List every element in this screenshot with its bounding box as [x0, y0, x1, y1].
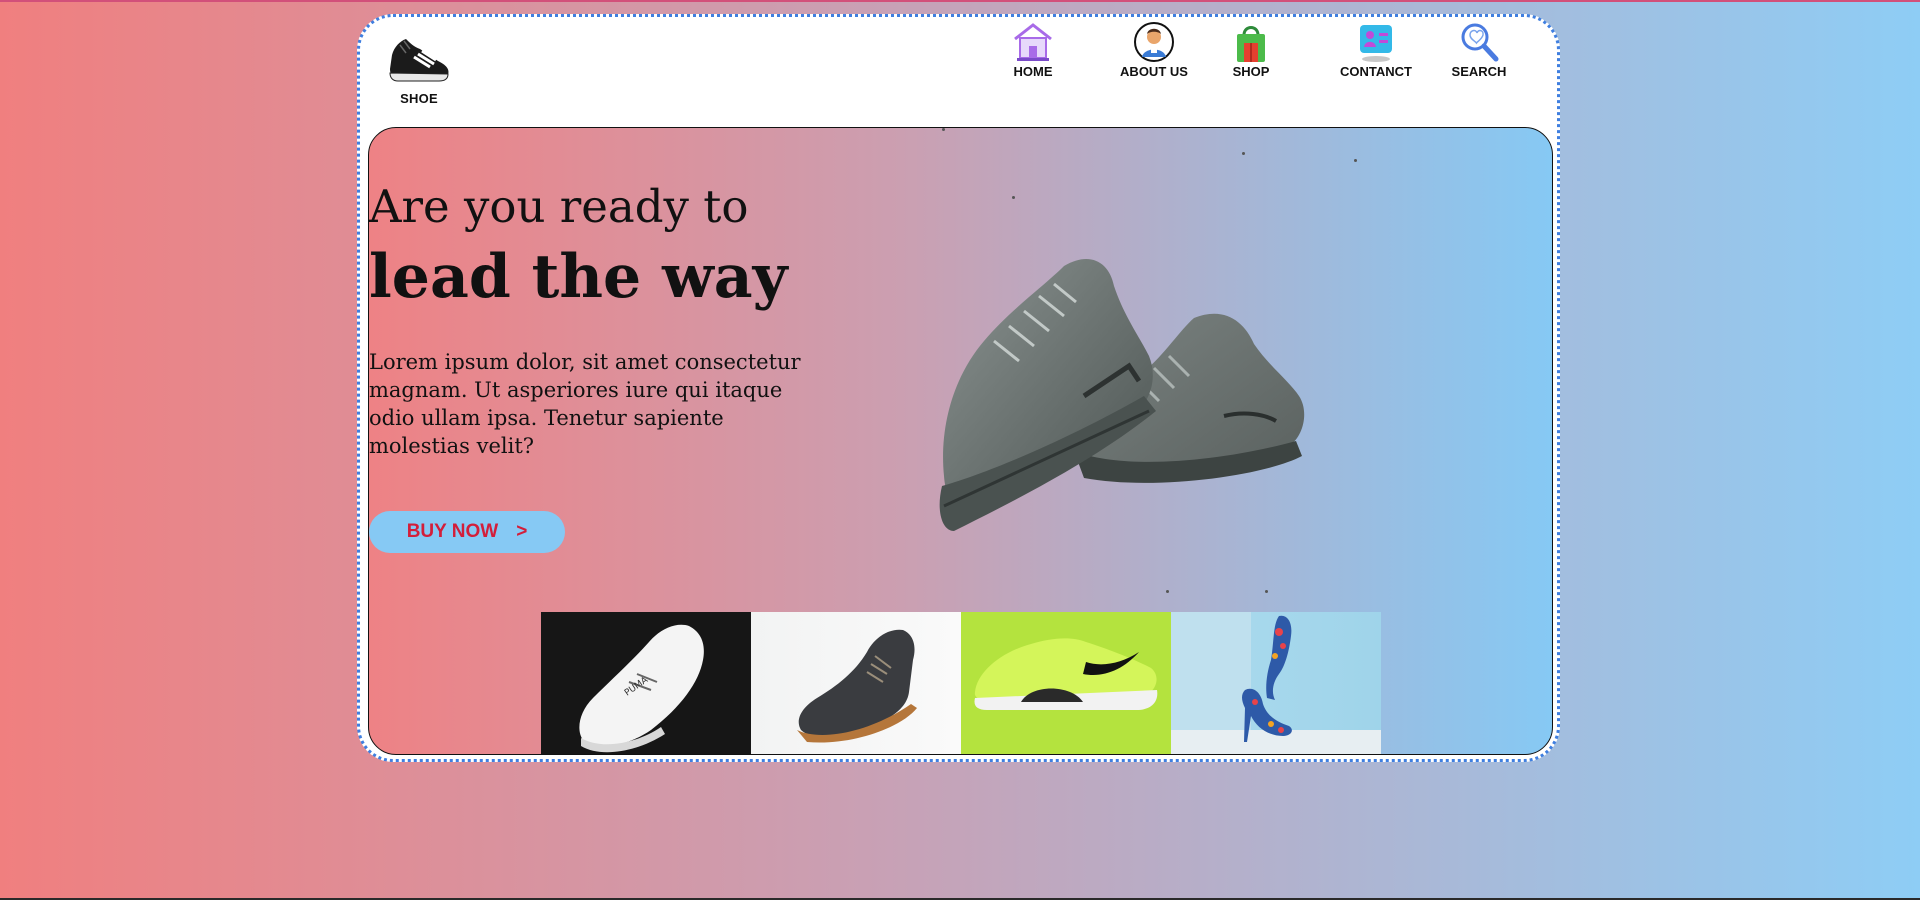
hero-heading: lead the way	[369, 242, 788, 312]
hero-paragraph: Lorem ipsum dolor, sit amet consectetur …	[369, 350, 801, 458]
nav-shop-label: SHOP	[1232, 64, 1270, 79]
nav-search-label: SEARCH	[1451, 64, 1507, 79]
nav-search[interactable]: SEARCH	[1424, 21, 1534, 79]
nav-about-label: ABOUT US	[1120, 64, 1188, 79]
product-thumbnails: PUMA	[541, 612, 1381, 754]
speck	[1265, 590, 1268, 593]
neon-sneaker-image	[974, 638, 1158, 710]
buy-now-label: BUY NOW	[406, 521, 499, 542]
thumbnail-floral-heels[interactable]	[1171, 612, 1381, 754]
page-card: SHOE HOME ABOUT US SHOP CONTANCT SEARCH …	[357, 14, 1560, 762]
nav-home-label: HOME	[1013, 64, 1053, 79]
speck	[1242, 152, 1245, 155]
speck	[1354, 159, 1357, 162]
home-icon	[1014, 23, 1052, 61]
floral-heels-image	[1171, 615, 1381, 754]
search-icon	[1461, 23, 1499, 62]
person-icon	[1134, 22, 1174, 62]
speck	[942, 128, 945, 131]
nav-shop[interactable]: SHOP	[1196, 21, 1306, 79]
contact-card-icon	[1360, 25, 1392, 62]
buy-now-button[interactable]: BUY NOW >	[369, 511, 565, 553]
top-border-line	[0, 0, 1920, 2]
thumbnail-grey-boot[interactable]	[751, 612, 961, 754]
nav-contact[interactable]: CONTANCT	[1321, 21, 1431, 79]
nav-home[interactable]: HOME	[978, 21, 1088, 79]
nav-about[interactable]: ABOUT US	[1099, 21, 1209, 79]
hero-subheading: Are you ready to	[369, 180, 749, 233]
featured-sneakers-image	[939, 258, 1305, 531]
grey-boot-image	[797, 629, 917, 743]
chevron-right-icon: >	[516, 521, 528, 542]
shopping-bag-icon	[1237, 26, 1265, 62]
thumbnail-neon-sneaker[interactable]	[961, 612, 1171, 754]
nav-contact-label: CONTANCT	[1340, 64, 1412, 79]
speck	[1012, 196, 1015, 199]
white-sneaker-image: PUMA	[579, 624, 704, 753]
speck	[1166, 590, 1169, 593]
hero-section: Are you ready to lead the way Lorem ipsu…	[368, 127, 1553, 755]
thumbnail-white-sneaker[interactable]: PUMA	[541, 612, 751, 754]
main-nav: HOME ABOUT US SHOP CONTANCT SEARCH	[360, 21, 1557, 101]
